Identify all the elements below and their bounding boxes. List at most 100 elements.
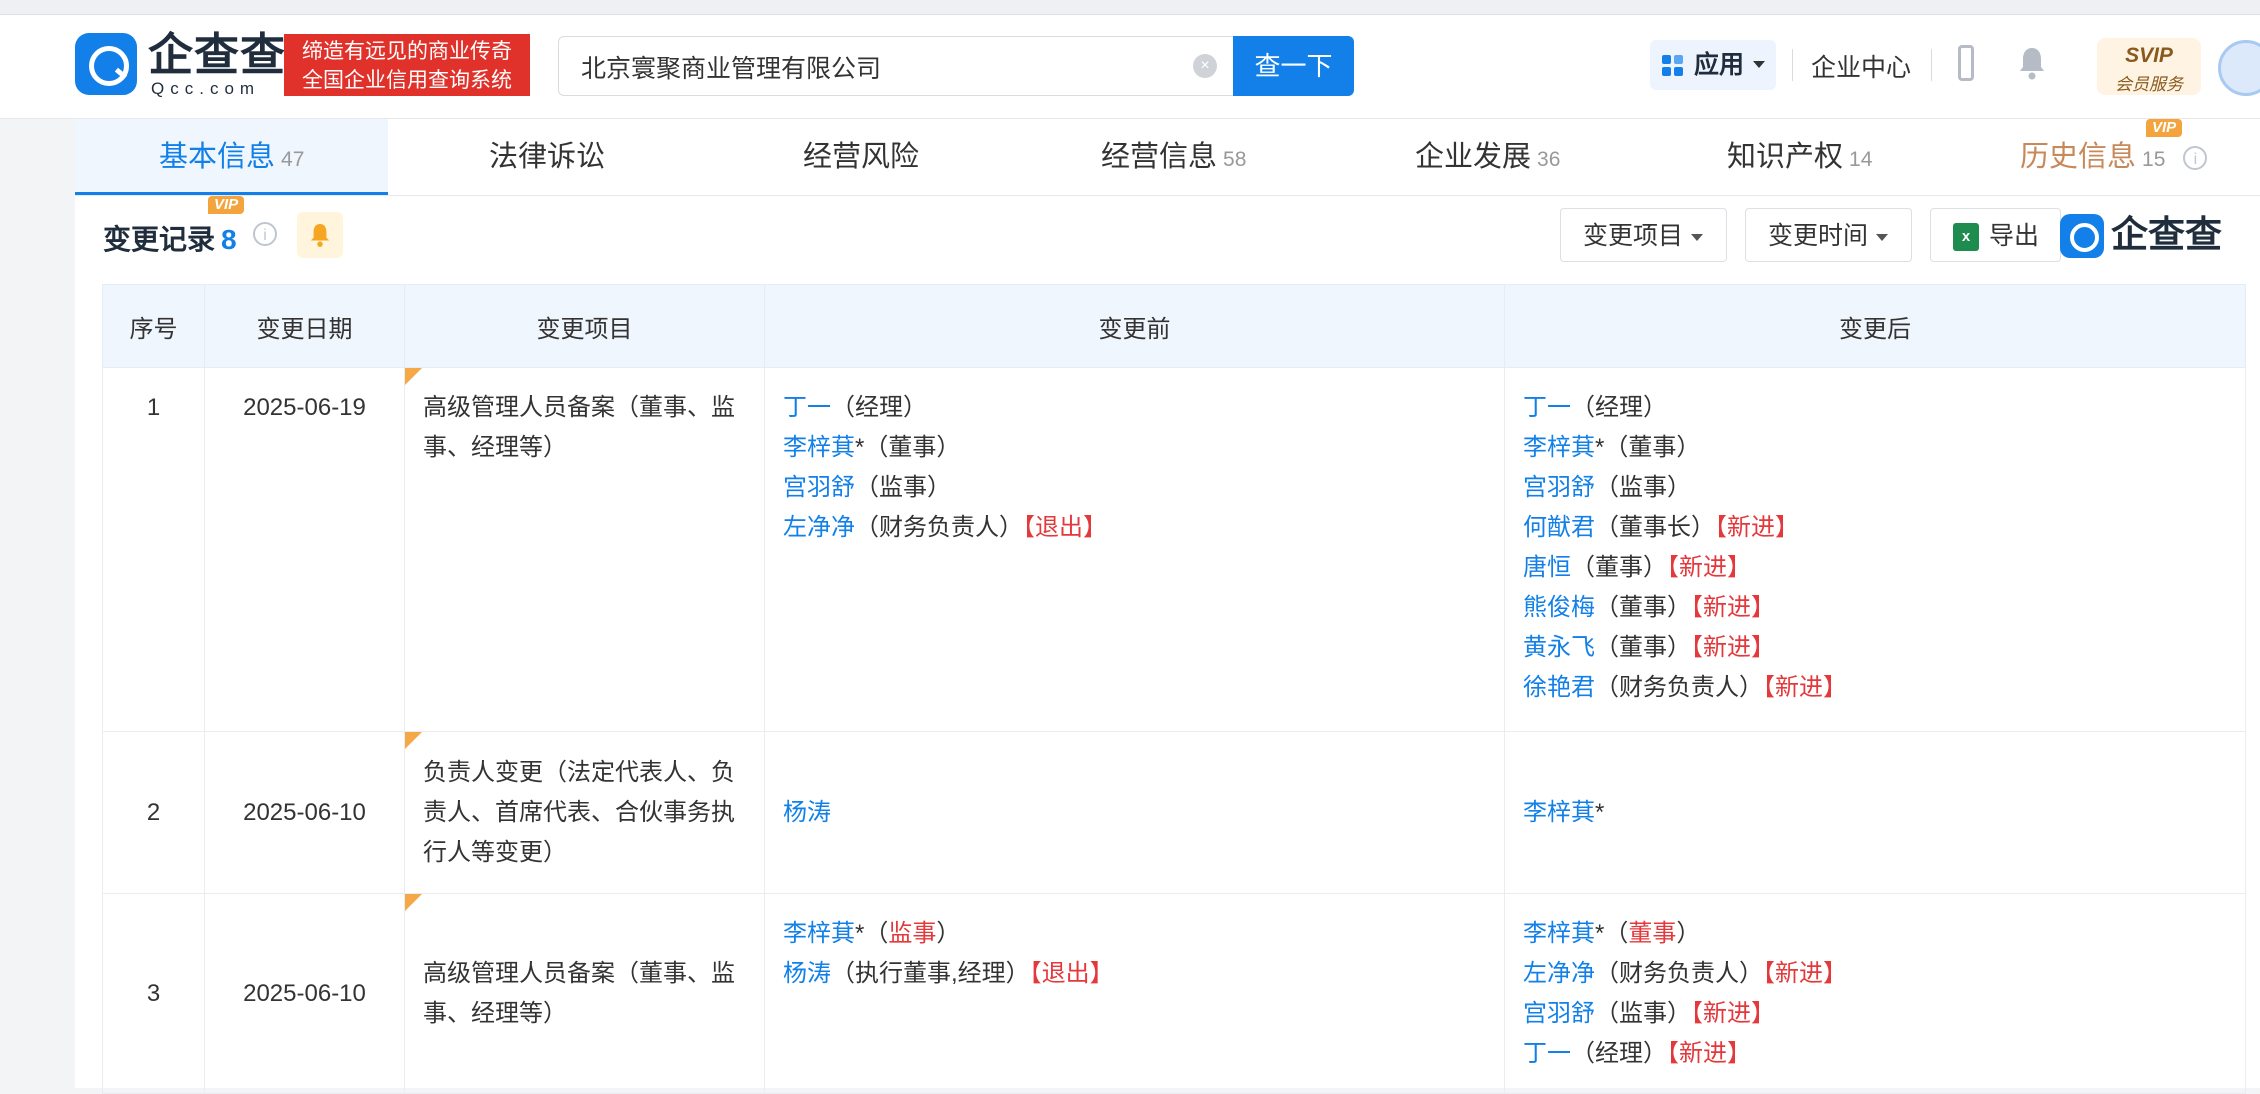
tab-operating-risk[interactable]: 经营风险 [803, 119, 919, 195]
person-role: （董事） [1595, 594, 1691, 621]
person-link[interactable]: 李梓萁 [783, 920, 855, 947]
tab-operating-info[interactable]: 经营信息 58 [1101, 119, 1246, 195]
row-before: 杨涛 [764, 731, 1505, 894]
person-link[interactable]: 宫羽舒 [1523, 474, 1595, 501]
qcc-logo-icon[interactable] [75, 33, 137, 95]
col-header-date: 变更日期 [204, 284, 405, 368]
row-index: 1 [102, 367, 205, 732]
person-role-highlight: 董事 [1628, 920, 1677, 947]
list-item: 杨涛（执行董事,经理）【退出】 [783, 954, 1486, 994]
person-role: （监事） [1595, 1000, 1691, 1027]
row-date: 2025-06-10 [204, 893, 405, 1094]
person-link[interactable]: 丁一 [783, 394, 831, 421]
person-link[interactable]: 徐艳君 [1523, 674, 1595, 701]
corner-flag-icon [405, 368, 422, 385]
person-role: （财务负责人） [855, 514, 1023, 541]
list-item: 丁一（经理） [783, 388, 1486, 428]
table-row: 1 2025-06-19 高级管理人员备案（董事、监事、经理等） 丁一（经理） … [102, 367, 2246, 732]
person-role: *（董事） [1595, 434, 1701, 461]
top-header: 企查查 Qcc.com 缔造有远见的商业传奇 全国企业信用查询系统 × 查一下 … [0, 15, 2260, 119]
person-link[interactable]: 杨涛 [783, 960, 831, 987]
person-link[interactable]: 李梓萁 [783, 434, 855, 461]
person-link[interactable]: 丁一 [1523, 1040, 1571, 1067]
person-role: （董事长） [1595, 514, 1715, 541]
list-item: 李梓萁*（监事） [783, 914, 1486, 954]
apps-button[interactable]: 应用 [1650, 40, 1776, 90]
person-link[interactable]: 李梓萁 [1523, 434, 1595, 461]
person-link[interactable]: 何猷君 [1523, 514, 1595, 541]
col-header-before: 变更前 [764, 284, 1505, 368]
bell-icon [310, 224, 330, 247]
tab-legal-litigation[interactable]: 法律诉讼 [489, 119, 605, 195]
tab-intellectual-property[interactable]: 知识产权 14 [1727, 119, 1872, 195]
person-role: （监事） [855, 474, 951, 501]
status-tag: 【新进】 [1667, 554, 1751, 581]
list-item: 宫羽舒（监事） [1523, 468, 2227, 508]
info-icon[interactable]: i [253, 222, 277, 246]
section-title-text: 变更记录 [103, 224, 216, 255]
person-link[interactable]: 宫羽舒 [1523, 1000, 1595, 1027]
notification-bell-icon[interactable] [2017, 45, 2047, 81]
person-link[interactable]: 李梓萁 [1523, 920, 1595, 947]
chevron-down-icon [1691, 233, 1704, 241]
search-button[interactable]: 查一下 [1233, 36, 1354, 96]
person-role: *（ [855, 920, 889, 947]
person-link[interactable]: 熊俊梅 [1523, 594, 1595, 621]
corner-flag-icon [405, 732, 422, 749]
dropdown-label: 变更时间 [1768, 222, 1869, 250]
row-after: 李梓萁*（董事） 左净净（财务负责人）【新进】 宫羽舒（监事）【新进】 丁一（经… [1504, 893, 2246, 1094]
person-role: *（董事） [855, 434, 961, 461]
clear-icon[interactable]: × [1193, 54, 1217, 78]
row-change-item: 负责人变更（法定代表人、负责人、首席代表、合伙事务执行人等变更） [404, 731, 765, 894]
person-link[interactable]: 丁一 [1523, 394, 1571, 421]
tab-label: 企业发展 [1415, 141, 1532, 173]
export-button[interactable]: x 导出 [1930, 208, 2061, 262]
list-item: 李梓萁*（董事） [1523, 428, 2227, 468]
person-link[interactable]: 唐恒 [1523, 554, 1571, 581]
list-item: 李梓萁* [1523, 793, 2227, 833]
filter-change-item-dropdown[interactable]: 变更项目 [1560, 208, 1727, 262]
list-item: 熊俊梅（董事）【新进】 [1523, 588, 2227, 628]
mobile-phone-icon[interactable] [1958, 45, 1974, 81]
change-records-panel: VIP 变更记录 8 i 变更项目 变更时间 x 导出 企查查 序号 变更日期 变更… [75, 196, 2260, 1094]
tab-count: 15 [2142, 148, 2166, 171]
row-before: 丁一（经理） 李梓萁*（董事） 宫羽舒（监事） 左净净（财务负责人）【退出】 [764, 367, 1505, 732]
apps-grid-icon [1662, 55, 1684, 77]
person-link[interactable]: 左净净 [1523, 960, 1595, 987]
excel-icon: x [1953, 223, 1979, 252]
enterprise-center-link[interactable]: 企业中心 [1811, 48, 1911, 84]
person-role: （董事） [1571, 554, 1667, 581]
list-item: 宫羽舒（监事） [783, 468, 1486, 508]
person-link[interactable]: 宫羽舒 [783, 474, 855, 501]
person-link[interactable]: 杨涛 [783, 799, 831, 826]
brand-domain: Qcc.com [151, 79, 261, 98]
brand-name[interactable]: 企查查 [148, 31, 286, 79]
corner-flag-icon [405, 894, 422, 911]
person-role: （董事） [1595, 634, 1691, 661]
subscribe-bell-button[interactable] [297, 212, 343, 258]
person-link[interactable]: 黄永飞 [1523, 634, 1595, 661]
person-link[interactable]: 左净净 [783, 514, 855, 541]
search-input[interactable] [579, 37, 1143, 97]
section-count: 8 [221, 224, 237, 255]
list-item: 左净净（财务负责人）【退出】 [783, 508, 1486, 548]
qcc-watermark-logo-icon [2060, 214, 2104, 258]
person-link[interactable]: 李梓萁 [1523, 799, 1595, 826]
tab-enterprise-development[interactable]: 企业发展 36 [1415, 119, 1560, 195]
person-role: * [1595, 798, 1605, 826]
table-header-row: 序号 变更日期 变更项目 变更前 变更后 [102, 284, 2246, 368]
filter-change-time-dropdown[interactable]: 变更时间 [1745, 208, 1912, 262]
tab-basic-info[interactable]: 基本信息 47 [159, 119, 304, 195]
table-row: 2 2025-06-10 负责人变更（法定代表人、负责人、首席代表、合伙事务执行… [102, 731, 2246, 894]
svip-title: SVIP [2125, 44, 2173, 67]
row-index: 3 [102, 893, 205, 1094]
user-avatar[interactable] [2218, 40, 2260, 96]
vip-badge: VIP [208, 196, 245, 214]
person-role: （经理） [831, 394, 927, 421]
tab-label: 法律诉讼 [489, 141, 606, 173]
row-change-item: 高级管理人员备案（董事、监事、经理等） [404, 893, 765, 1094]
info-icon[interactable]: i [2183, 146, 2208, 171]
svip-member-button[interactable]: SVIP 会员服务 [2097, 38, 2201, 95]
watermark-brand: 企查查 [2111, 214, 2222, 255]
tab-count: 36 [1537, 148, 1561, 171]
